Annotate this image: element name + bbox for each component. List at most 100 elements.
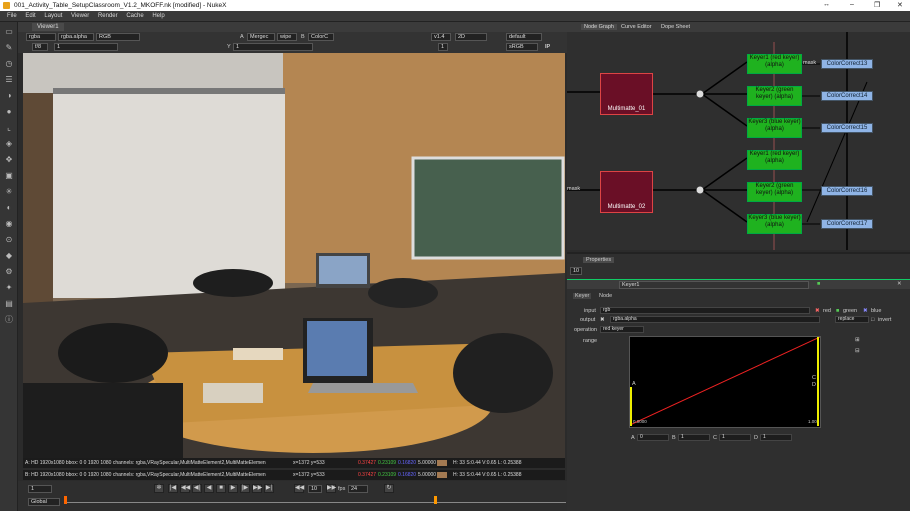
gizmos-icon[interactable]: ▤ xyxy=(4,299,14,309)
zoom-curve-icon[interactable]: ⊞ xyxy=(855,337,860,343)
transform-icon[interactable]: ✥ xyxy=(4,155,14,165)
fit-curve-icon[interactable]: ⊟ xyxy=(855,348,860,354)
play-back-button[interactable]: ◀ xyxy=(204,484,214,493)
layer-select[interactable]: rgba.alpha xyxy=(58,33,94,41)
field-c-input[interactable]: 1 xyxy=(719,434,751,441)
tab-curve-editor[interactable]: Curve Editor xyxy=(621,24,652,30)
blue-checkbox[interactable]: ✖ xyxy=(863,308,868,314)
keyer-icon[interactable]: ⌞ xyxy=(4,123,14,133)
menu-render[interactable]: Render xyxy=(98,13,118,19)
channel-icon[interactable]: ☰ xyxy=(4,75,14,85)
output-mode-select[interactable]: replace xyxy=(835,316,869,323)
maximize-button[interactable]: ❐ xyxy=(874,1,880,9)
tab-node-graph[interactable]: Node Graph xyxy=(581,24,617,30)
timeline-playhead[interactable] xyxy=(64,496,67,504)
loop-icon[interactable]: ↻ xyxy=(384,484,394,493)
next-key-button[interactable]: ▶▶ xyxy=(252,484,262,493)
colorcorrect13-node[interactable]: ColorCorrect13 xyxy=(821,59,873,69)
keyer2-node-b[interactable]: Keyer2 (green keyer) (alpha) xyxy=(747,182,802,202)
colorcorrect14-node[interactable]: ColorCorrect14 xyxy=(821,91,873,101)
color-icon[interactable]: ◑ xyxy=(4,91,14,101)
invert-checkbox[interactable]: □ xyxy=(871,317,874,323)
max-panels-field[interactable]: 10 xyxy=(570,267,582,275)
play-button[interactable]: ▶ xyxy=(228,484,238,493)
tab-keyer[interactable]: Keyer xyxy=(573,293,592,299)
filter-icon[interactable]: ● xyxy=(4,107,14,117)
global-select[interactable]: Global xyxy=(28,498,60,506)
node-name-field[interactable]: Keyer1 xyxy=(619,281,809,289)
furnace-icon[interactable]: ✦ xyxy=(4,283,14,293)
menu-layout[interactable]: Layout xyxy=(44,13,62,19)
views-icon[interactable]: ◉ xyxy=(4,219,14,229)
node-color-icon[interactable]: ■ xyxy=(817,281,820,287)
gamma-field[interactable]: 1 xyxy=(233,43,313,51)
tab-properties[interactable]: Properties xyxy=(583,257,615,263)
colorcorrect15-node[interactable]: ColorCorrect15 xyxy=(821,123,873,133)
wipe-select[interactable]: wipe xyxy=(277,33,297,41)
step-field[interactable]: 10 xyxy=(308,485,322,493)
merge-op-select[interactable]: Mergec xyxy=(247,33,275,41)
close-panel-icon[interactable]: ✕ xyxy=(897,281,902,287)
deep-icon[interactable]: ◐ xyxy=(4,203,14,213)
output-checkbox[interactable]: ✖ xyxy=(600,317,605,323)
multimatte-01-node[interactable]: Multimatte_01 xyxy=(600,73,653,115)
image-icon[interactable]: ▭ xyxy=(4,27,14,37)
keyer3-node-a[interactable]: Keyer3 (blue keyer) (alpha) xyxy=(747,118,802,138)
colorcorrect16-node[interactable]: ColorCorrect16 xyxy=(821,186,873,196)
step-back-button[interactable]: ◀◀ xyxy=(294,484,304,493)
colorspace-select[interactable]: sRGB xyxy=(506,43,538,51)
merge-icon[interactable]: ◈ xyxy=(4,139,14,149)
zoom-select[interactable]: v1.4 xyxy=(431,33,451,41)
ip-toggle[interactable]: IP xyxy=(545,44,550,50)
field-a-input[interactable]: 0 xyxy=(637,434,669,441)
menu-file[interactable]: File xyxy=(7,13,17,19)
gain-field[interactable]: 1 xyxy=(54,43,118,51)
prev-key-button[interactable]: ◀◀ xyxy=(180,484,190,493)
particles-icon[interactable]: ✳ xyxy=(4,187,14,197)
lut-select[interactable]: default xyxy=(506,33,542,41)
next-frame-button[interactable]: |▶ xyxy=(240,484,250,493)
channels-select[interactable]: rgba xyxy=(26,33,56,41)
keyer1-node-a[interactable]: Keyer1 (red keyer) (alpha) xyxy=(747,54,802,74)
time-icon[interactable]: ◷ xyxy=(4,59,14,69)
toolsets-icon[interactable]: ◆ xyxy=(4,251,14,261)
prev-frame-button[interactable]: ◀| xyxy=(192,484,202,493)
view-mode-select[interactable]: 2D xyxy=(455,33,487,41)
frame-field[interactable]: 1 xyxy=(28,485,52,493)
menu-edit[interactable]: Edit xyxy=(25,13,35,19)
green-checkbox[interactable]: ■ xyxy=(836,308,839,314)
node-graph-panel[interactable]: Multimatte_01 Multimatte_02 Keyer1 (red … xyxy=(567,22,910,250)
operation-select[interactable]: red keyer xyxy=(600,326,644,333)
tab-dope-sheet[interactable]: Dope Sheet xyxy=(661,24,690,30)
close-button[interactable]: ✕ xyxy=(897,1,903,9)
red-checkbox[interactable]: ✖ xyxy=(815,308,820,314)
timeline-ruler[interactable] xyxy=(66,502,566,503)
field-d-input[interactable]: 1 xyxy=(760,434,792,441)
other-icon[interactable]: ⚙ xyxy=(4,267,14,277)
3d-icon[interactable]: ▣ xyxy=(4,171,14,181)
menu-viewer[interactable]: Viewer xyxy=(71,13,89,19)
input-select[interactable]: rgb xyxy=(600,307,810,314)
output-select[interactable]: rgba.alpha xyxy=(610,316,820,323)
field-b-input[interactable]: 1 xyxy=(678,434,710,441)
minimize-button[interactable]: – xyxy=(850,1,854,8)
first-frame-button[interactable]: |◀ xyxy=(168,484,178,493)
metadata-icon[interactable]: ⊙ xyxy=(4,235,14,245)
viewer-canvas[interactable] xyxy=(23,53,565,458)
draw-icon[interactable]: ✎ xyxy=(4,43,14,53)
fps-field[interactable]: 24 xyxy=(348,485,368,493)
fstop-field[interactable]: f/8 xyxy=(32,43,48,51)
step-fwd-button[interactable]: ▶▶ xyxy=(326,484,336,493)
stop-button[interactable]: ■ xyxy=(216,484,226,493)
display-select[interactable]: RGB xyxy=(96,33,140,41)
range-curve-graph[interactable]: A C D 0.0000 1.00 xyxy=(629,336,821,428)
resize-icon[interactable]: ↔ xyxy=(823,1,830,8)
tab-viewer1[interactable]: Viewer1 xyxy=(32,23,64,31)
last-frame-button[interactable]: ▶| xyxy=(264,484,274,493)
colorcorrect17-node[interactable]: ColorCorrect17 xyxy=(821,219,873,229)
tab-node[interactable]: Node xyxy=(599,293,612,299)
proxy-field[interactable]: 1 xyxy=(438,43,448,51)
menu-cache[interactable]: Cache xyxy=(126,13,143,19)
settings-icon[interactable]: ✲ xyxy=(154,484,164,493)
plugin-icon[interactable]: ⓘ xyxy=(4,315,14,325)
